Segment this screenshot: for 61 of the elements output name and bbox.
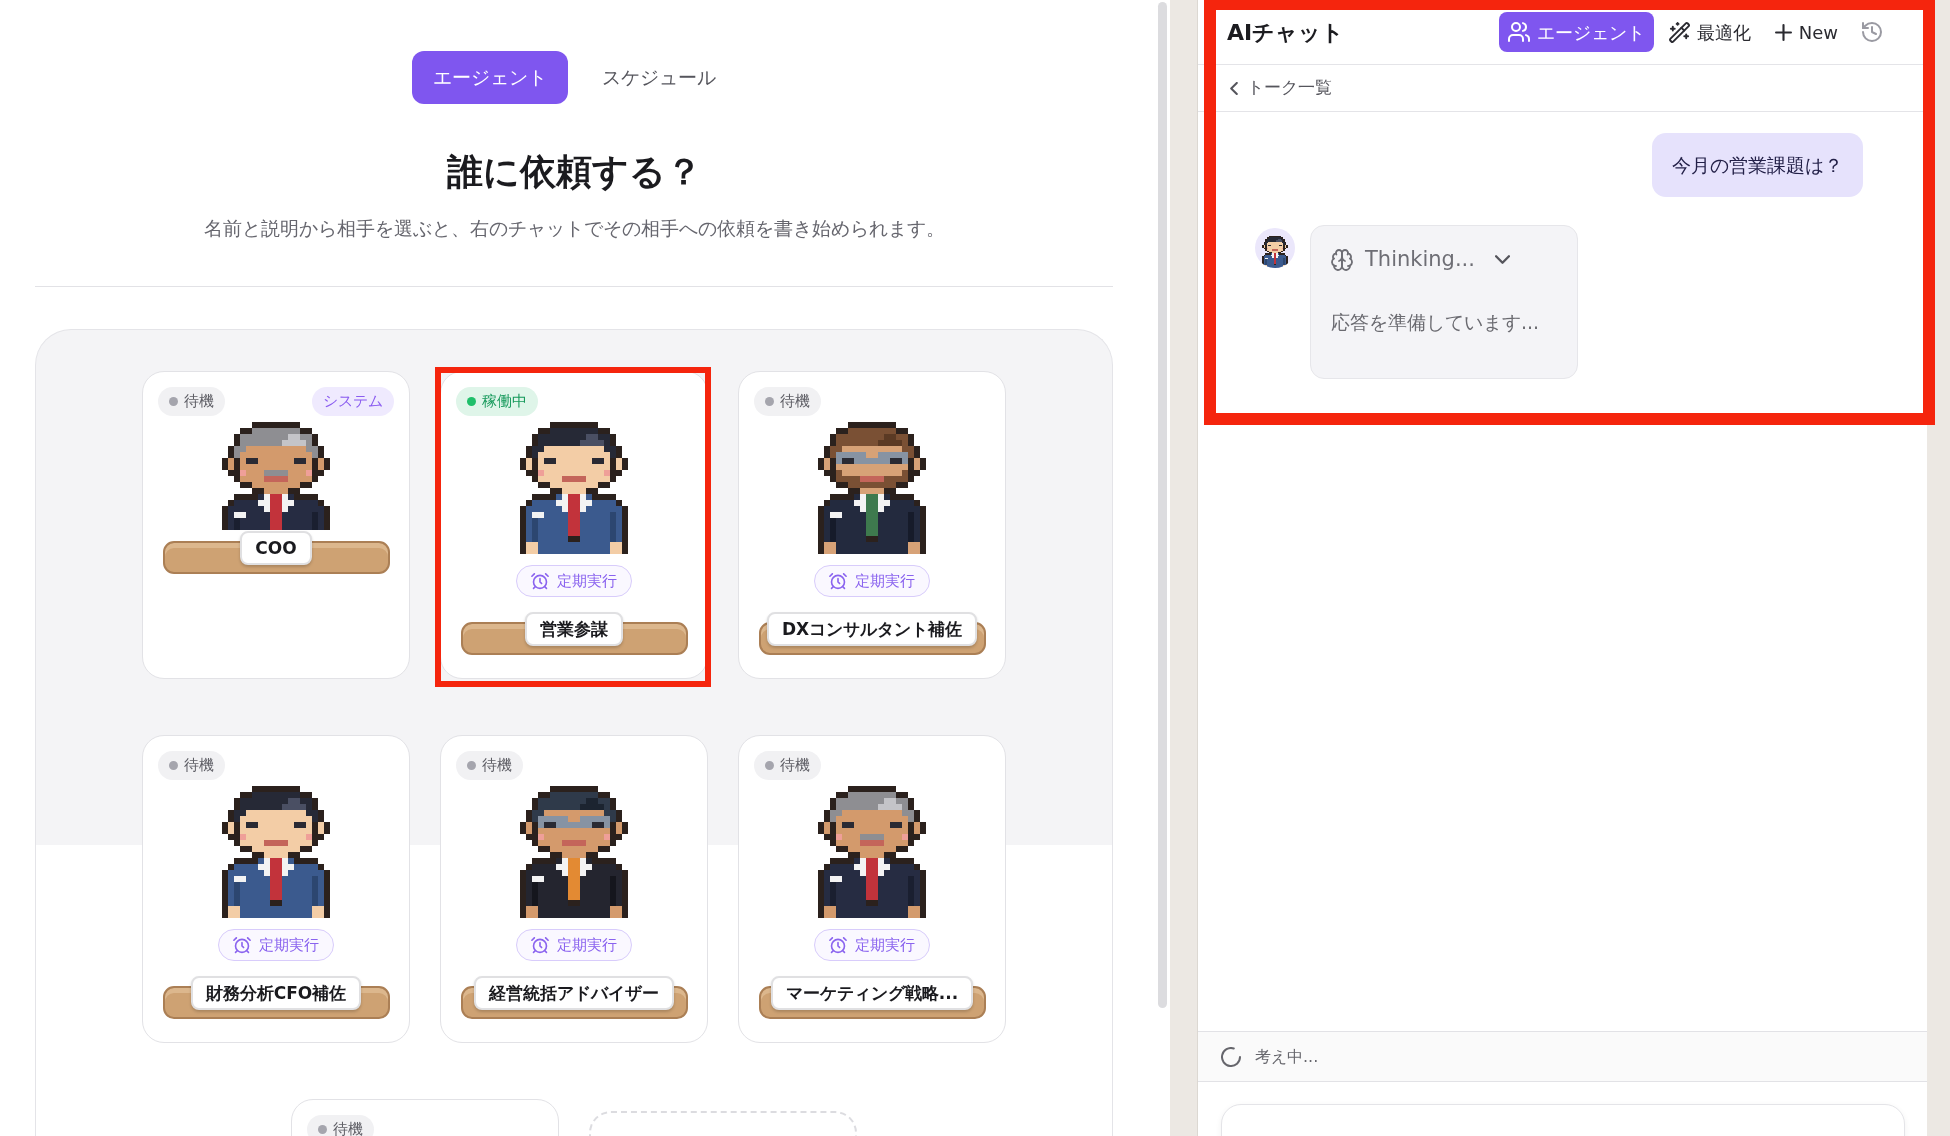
- status-dot-icon: [765, 397, 774, 407]
- alarm-clock-icon: [829, 936, 847, 954]
- status-label: 待機: [184, 391, 214, 413]
- status-dot-icon: [169, 397, 178, 407]
- alarm-clock-icon: [531, 572, 549, 590]
- chevron-left-icon: [1230, 81, 1238, 95]
- status-label: 待機: [780, 755, 810, 777]
- page-description: 名前と説明から相手を選ぶと、右のチャットでその相手への依頼を書き始められます。: [202, 216, 946, 242]
- agent-card[interactable]: 待機 定期実行 DXコンサルタント補佐: [738, 371, 1006, 680]
- schedule-label: 定期実行: [557, 934, 617, 956]
- scrollbar-thumb[interactable]: [1158, 2, 1167, 1008]
- status-text: 考え中...: [1255, 1045, 1319, 1068]
- thinking-toggle[interactable]: Thinking...: [1329, 242, 1512, 278]
- new-chat-button[interactable]: New: [1765, 12, 1847, 52]
- status-label: 待機: [780, 391, 810, 413]
- optimize-button[interactable]: 最適化: [1659, 12, 1760, 52]
- name-plate: 財務分析CFO補佐: [190, 976, 362, 1011]
- brain-icon: [1331, 248, 1353, 271]
- name-plate: COO: [240, 531, 312, 566]
- status-label: 待機: [184, 755, 214, 777]
- thinking-text: 応答を準備しています...: [1331, 309, 1541, 335]
- name-plate: 営業参謀: [525, 612, 623, 647]
- agent-card[interactable]: 待機 定期実行 経営統括アドバイザー: [440, 735, 708, 1044]
- users-icon: [1507, 22, 1530, 42]
- agent-card[interactable]: 稼働中 定期実行 営業参謀: [440, 371, 708, 680]
- back-link[interactable]: トーク一覧: [1228, 75, 1334, 101]
- status-dot-icon: [765, 761, 774, 771]
- status-dot-icon: [467, 761, 476, 771]
- agent-card[interactable]: 待機 システム COO: [142, 371, 410, 680]
- agent-card[interactable]: 待機 定期実行 財務分析CFO補佐: [142, 735, 410, 1044]
- view-tab[interactable]: スケジュール: [580, 51, 737, 104]
- plus-icon: [1774, 23, 1792, 41]
- status-dot-icon: [318, 1125, 327, 1135]
- status-label: 稼働中: [482, 391, 527, 413]
- schedule-label: 定期実行: [557, 570, 617, 592]
- chat-title: AIチャット: [1227, 18, 1346, 47]
- status-label: 待機: [333, 1119, 363, 1136]
- name-plate: マーケティング戦略...: [770, 976, 974, 1011]
- schedule-label: 定期実行: [855, 570, 915, 592]
- status-label: 待機: [482, 755, 512, 777]
- role-badge: システム: [312, 387, 394, 417]
- agent-card[interactable]: 待機: [291, 1099, 559, 1136]
- user-message: 今月の営業課題は？: [1652, 133, 1863, 197]
- schedule-label: 定期実行: [259, 934, 319, 956]
- status-dot-icon: [467, 397, 476, 407]
- alarm-clock-icon: [233, 936, 251, 954]
- view-tab[interactable]: エージェント: [411, 51, 568, 104]
- alarm-clock-icon: [829, 572, 847, 590]
- history-icon: [1862, 22, 1882, 42]
- name-plate: 経営統括アドバイザー: [474, 976, 674, 1011]
- schedule-label: 定期実行: [855, 934, 915, 956]
- agent-avatar-icon: [1255, 228, 1295, 268]
- magic-wand-icon: [1668, 21, 1690, 43]
- alarm-clock-icon: [531, 936, 549, 954]
- status-dot-icon: [169, 761, 178, 771]
- spinner-icon: [1221, 1046, 1241, 1067]
- agent-card[interactable]: 待機 定期実行 マーケティング戦略...: [738, 735, 1006, 1044]
- agents-button[interactable]: エージェント: [1498, 12, 1654, 52]
- name-plate: DXコンサルタント補佐: [766, 612, 978, 647]
- chevron-down-icon: [1494, 255, 1510, 265]
- page-heading: 誰に依頼する？: [445, 150, 703, 194]
